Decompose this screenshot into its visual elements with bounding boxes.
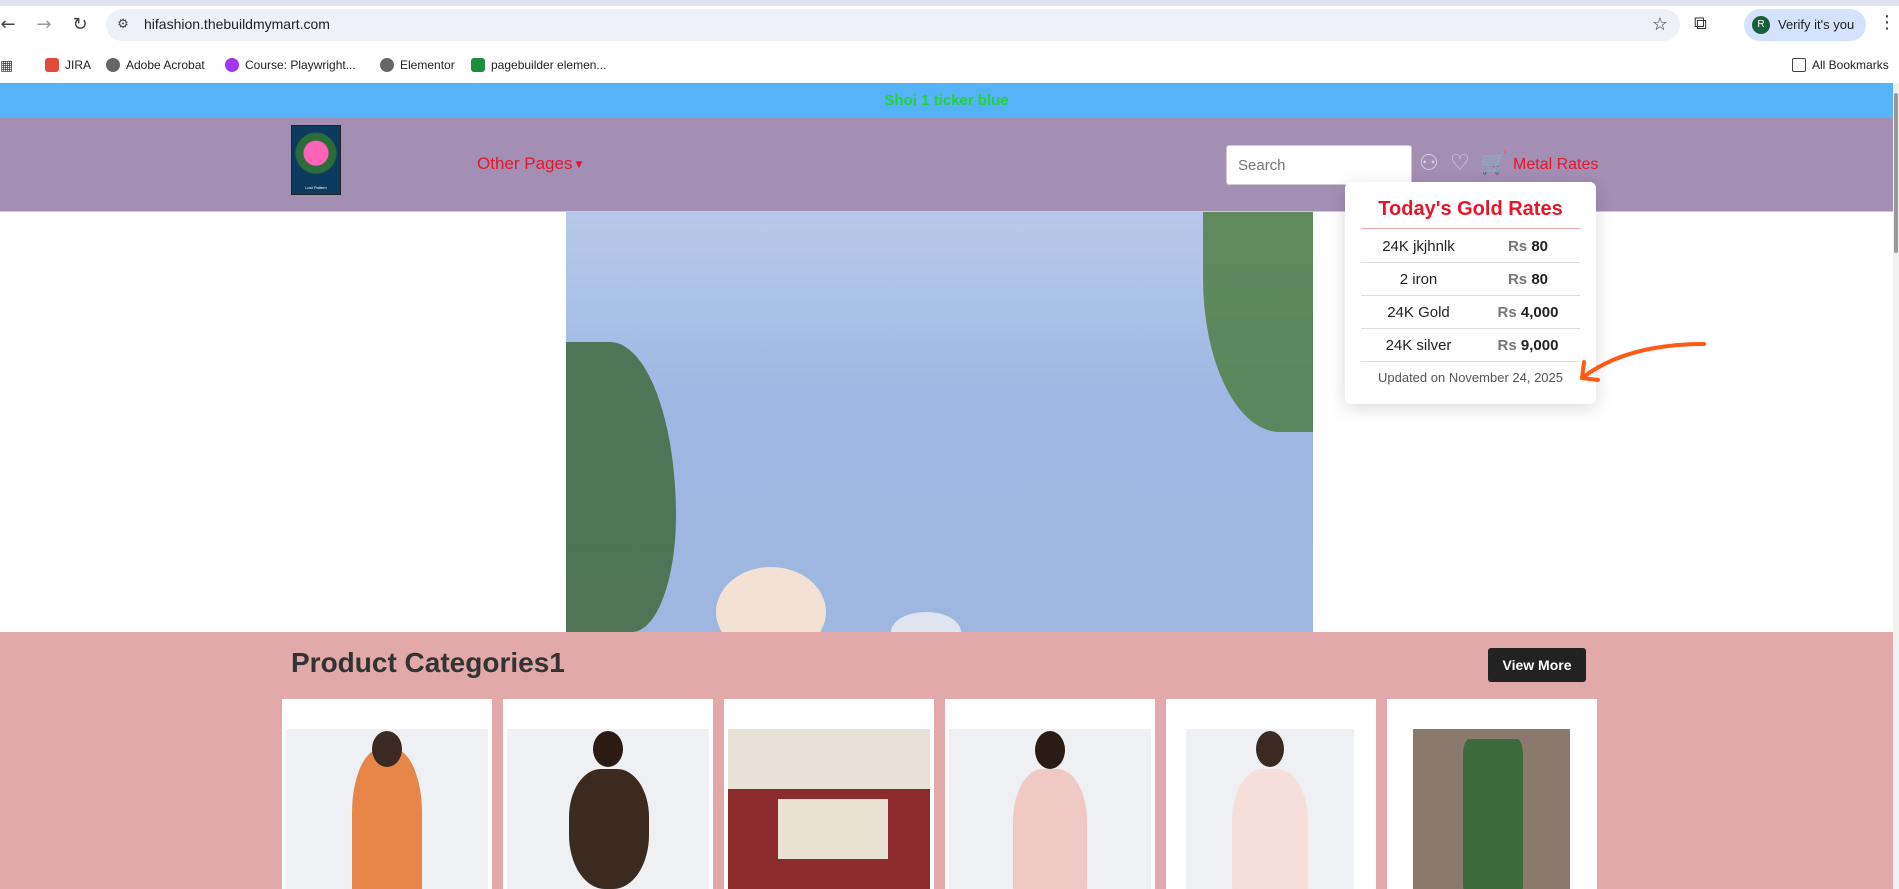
category-image bbox=[507, 729, 709, 889]
gmail-icon bbox=[45, 58, 59, 72]
hero-banner[interactable] bbox=[566, 212, 1313, 632]
rate-row: 24K Gold Rs 4,000 bbox=[1361, 296, 1580, 329]
category-card[interactable] bbox=[945, 699, 1155, 889]
nav-other-pages[interactable]: Other Pages ▼ bbox=[477, 154, 582, 174]
gold-rates-title: Today's Gold Rates bbox=[1378, 198, 1563, 220]
section-title: Product Categories1 bbox=[291, 647, 565, 678]
category-card[interactable] bbox=[724, 699, 934, 889]
reload-icon[interactable]: ↻ bbox=[68, 13, 92, 37]
globe-icon bbox=[106, 58, 120, 72]
bookmark-pagebuilder[interactable]: pagebuilder elemen... bbox=[471, 58, 606, 72]
folder-icon bbox=[1792, 58, 1806, 72]
category-card[interactable] bbox=[503, 699, 713, 889]
rate-price: Rs 80 bbox=[1476, 271, 1580, 288]
user-icon[interactable]: ⚇ bbox=[1419, 151, 1439, 176]
url-text[interactable]: hifashion.thebuildmymart.com bbox=[144, 16, 330, 32]
category-image bbox=[1413, 729, 1570, 889]
rate-row: 24K silver Rs 9,000 bbox=[1361, 329, 1580, 362]
bookmark-label: Course: Playwright... bbox=[245, 58, 356, 72]
rate-price: Rs 4,000 bbox=[1476, 304, 1580, 321]
product-categories-section: Product Categories1 View More bbox=[0, 632, 1893, 889]
bookmark-label: Adobe Acrobat bbox=[126, 58, 205, 72]
price-value: 4,000 bbox=[1520, 304, 1559, 321]
page-scrollbar[interactable] bbox=[1893, 83, 1899, 889]
currency: Rs bbox=[1497, 337, 1517, 354]
bookmark-star-icon[interactable]: ☆ bbox=[1652, 14, 1668, 35]
verify-label: Verify it's you bbox=[1778, 17, 1855, 32]
logo-caption: Lost Pattern bbox=[305, 185, 327, 190]
tab-strip bbox=[0, 0, 1899, 6]
gold-rates-popup: Today's Gold Rates 24K jkjhnlk Rs 80 2 i… bbox=[1345, 182, 1596, 404]
udemy-icon bbox=[225, 58, 239, 72]
scrollbar-thumb[interactable] bbox=[1894, 93, 1898, 253]
category-image bbox=[728, 729, 930, 889]
rate-row: 24K jkjhnlk Rs 80 bbox=[1361, 230, 1580, 263]
heart-icon[interactable]: ♡ bbox=[1450, 151, 1470, 176]
bookmark-adobe-acrobat[interactable]: Adobe Acrobat bbox=[106, 58, 205, 72]
sheets-icon bbox=[471, 58, 485, 72]
tree-foliage-right bbox=[1203, 212, 1313, 432]
site-settings-icon[interactable]: ⚙ bbox=[114, 16, 132, 34]
cart-icon[interactable]: 🛒 bbox=[1480, 151, 1507, 176]
metal-rates-link[interactable]: Metal Rates bbox=[1513, 156, 1598, 174]
avatar: R bbox=[1752, 16, 1770, 34]
bookmark-course-playwright[interactable]: Course: Playwright... bbox=[225, 58, 356, 72]
extensions-icon[interactable]: ⧉ bbox=[1694, 13, 1720, 39]
rate-name: 2 iron bbox=[1399, 271, 1438, 288]
category-image bbox=[286, 729, 488, 889]
rate-name: 24K silver bbox=[1385, 337, 1452, 354]
globe-icon bbox=[380, 58, 394, 72]
cloud-shape bbox=[891, 612, 961, 632]
price-value: 80 bbox=[1531, 271, 1549, 288]
forward-icon[interactable]: → bbox=[32, 13, 56, 37]
verify-profile-button[interactable]: R Verify it's you bbox=[1744, 9, 1866, 41]
category-card[interactable] bbox=[1387, 699, 1597, 889]
nav-other-pages-label: Other Pages bbox=[477, 154, 573, 173]
rate-name: 24K jkjhnlk bbox=[1382, 238, 1455, 255]
address-bar[interactable]: ⚙ hifashion.thebuildmymart.com ☆ bbox=[106, 9, 1680, 41]
bookmark-label: JIRA bbox=[65, 58, 92, 72]
rates-updated-date: Updated on November 24, 2025 bbox=[1377, 370, 1563, 385]
divider bbox=[1361, 228, 1580, 229]
bookmark-jira[interactable]: JIRA bbox=[45, 58, 91, 72]
category-card[interactable] bbox=[282, 699, 492, 889]
browser-menu-icon[interactable]: ⋮ bbox=[1878, 12, 1896, 33]
ticker-bar: Shoi 1 ticker blue bbox=[0, 83, 1893, 118]
bookmark-label: pagebuilder elemen... bbox=[491, 58, 607, 72]
rate-price: Rs 9,000 bbox=[1476, 337, 1580, 354]
currency: Rs bbox=[1497, 304, 1517, 321]
category-image bbox=[1186, 729, 1354, 889]
back-icon[interactable]: ← bbox=[0, 13, 20, 37]
site-header: Lost Pattern Other Pages▼ ⚇ ♡ 🛒 Metal Ra… bbox=[0, 118, 1893, 212]
bookmark-label: Elementor bbox=[400, 58, 455, 72]
bookmarks-bar: ▦ JIRA Adobe Acrobat Course: Playwright.… bbox=[0, 50, 1899, 82]
all-bookmarks[interactable]: All Bookmarks bbox=[1792, 58, 1889, 72]
currency: Rs bbox=[1507, 238, 1528, 255]
ticker-text: Shoi 1 ticker blue bbox=[884, 92, 1009, 109]
category-card[interactable] bbox=[1166, 699, 1376, 889]
apps-grid-icon[interactable]: ▦ bbox=[0, 58, 13, 74]
site-logo[interactable]: Lost Pattern bbox=[291, 125, 341, 195]
caret-down-icon: ▼ bbox=[575, 160, 583, 170]
currency: Rs bbox=[1507, 271, 1528, 288]
annotation-arrow-icon bbox=[1580, 342, 1706, 382]
price-value: 80 bbox=[1531, 238, 1549, 255]
tree-foliage-left bbox=[566, 342, 676, 632]
rate-name: 24K Gold bbox=[1387, 304, 1450, 321]
view-more-button[interactable]: View More bbox=[1488, 648, 1586, 682]
browser-toolbar: ← → ↻ ⚙ hifashion.thebuildmymart.com ☆ ⧉… bbox=[0, 0, 1899, 50]
category-image bbox=[949, 729, 1151, 889]
cloud-shape bbox=[716, 567, 826, 632]
rate-row: 2 iron Rs 80 bbox=[1361, 263, 1580, 296]
rate-price: Rs 80 bbox=[1476, 238, 1580, 255]
search-input[interactable] bbox=[1226, 145, 1412, 185]
bookmark-elementor[interactable]: Elementor bbox=[380, 58, 455, 72]
all-bookmarks-label: All Bookmarks bbox=[1812, 58, 1889, 72]
price-value: 9,000 bbox=[1520, 337, 1559, 354]
